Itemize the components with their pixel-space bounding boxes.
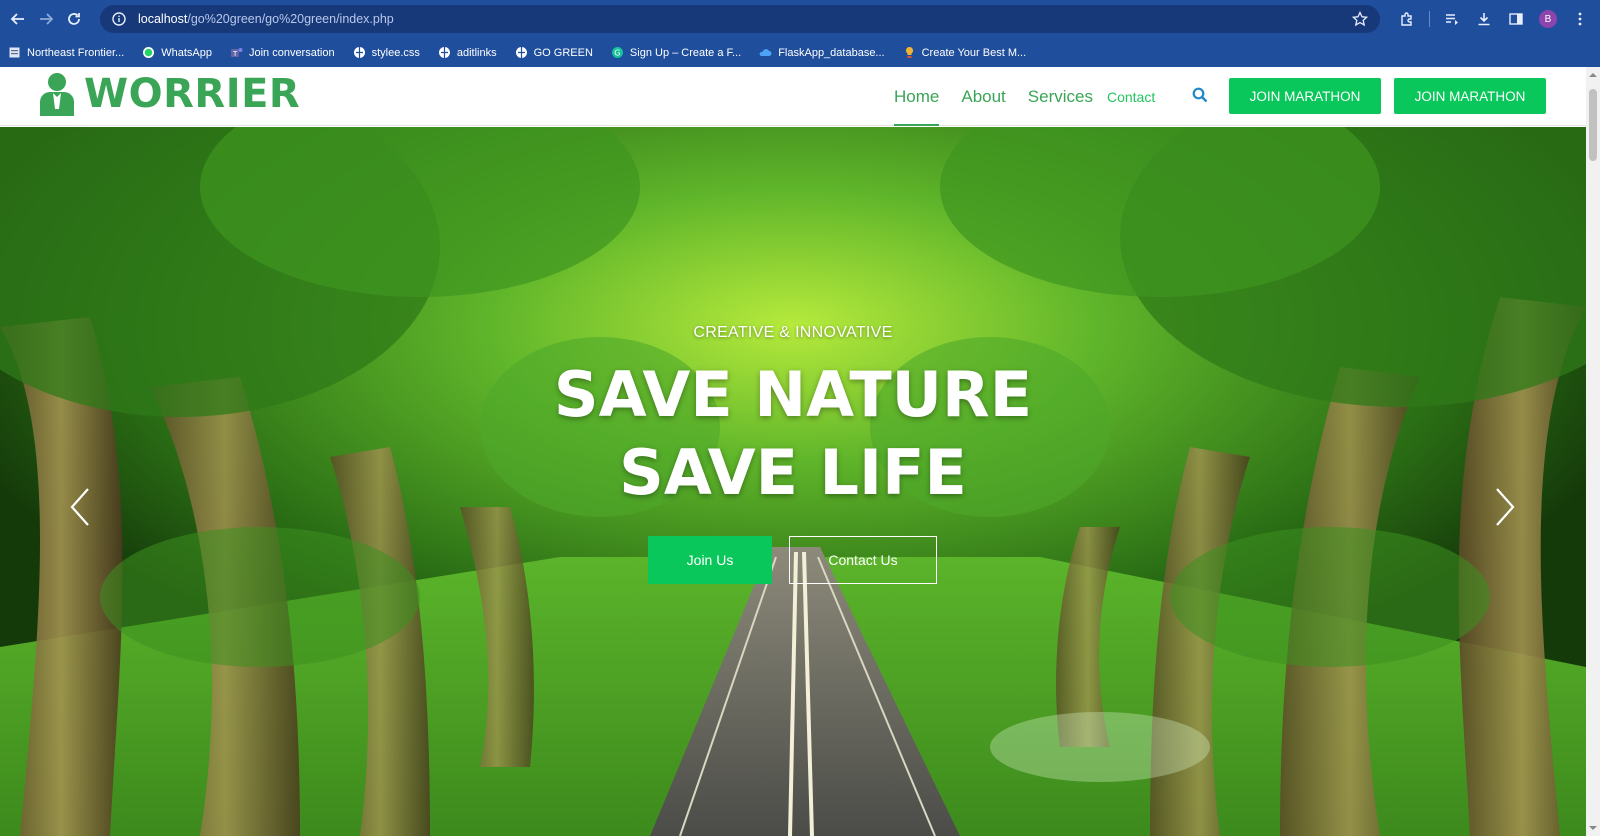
whatsapp-icon	[142, 46, 155, 59]
side-panel-icon	[1509, 13, 1523, 25]
page-scrollbar[interactable]	[1586, 67, 1600, 836]
toolbar-actions: B	[1393, 5, 1594, 33]
svg-text:T: T	[232, 50, 238, 58]
bookmarks-bar: Northeast Frontier... WhatsApp T Join co…	[0, 38, 1600, 67]
browser-toolbar: localhost/go%20green/go%20green/index.ph…	[0, 0, 1600, 38]
hero-subtitle: CREATIVE & INNOVATIVE	[693, 324, 893, 341]
browser-menu-button[interactable]	[1566, 5, 1594, 33]
hero-carousel: CREATIVE & INNOVATIVE SAVE NATURE SAVE L…	[0, 127, 1586, 836]
kebab-menu-icon	[1578, 12, 1582, 26]
reload-icon	[68, 13, 80, 25]
chevron-left-icon	[70, 488, 89, 526]
chevron-right-icon	[1496, 488, 1515, 526]
teams-icon: T	[230, 46, 243, 59]
playlist-icon	[1446, 14, 1458, 25]
bookmark-label: aditlinks	[456, 46, 497, 59]
globe-icon	[515, 46, 528, 59]
bookmark-aditlinks[interactable]: aditlinks	[438, 46, 497, 59]
search-icon[interactable]	[1192, 87, 1208, 103]
grammarly-icon: G	[611, 46, 624, 59]
back-button[interactable]	[4, 5, 32, 33]
site-info-icon[interactable]	[112, 12, 126, 26]
join-marathon-button-secondary[interactable]: JOIN MARATHON	[1394, 78, 1546, 114]
bookmark-label: Northeast Frontier...	[27, 46, 125, 59]
reload-button[interactable]	[60, 5, 88, 33]
bookmark-flaskapp[interactable]: FlaskApp_database...	[759, 46, 885, 59]
person-logo-icon	[40, 73, 74, 116]
nav-link-home[interactable]: Home	[894, 67, 940, 126]
bookmark-join-conversation[interactable]: T Join conversation	[230, 46, 335, 59]
hero-title-line-2: SAVE LIFE	[619, 436, 967, 509]
bookmark-sign-up[interactable]: G Sign Up – Create a F...	[611, 46, 741, 59]
bookmark-whatsapp[interactable]: WhatsApp	[142, 46, 212, 59]
profile-avatar[interactable]: B	[1539, 10, 1557, 28]
nav-link-services[interactable]: Services	[1028, 67, 1093, 126]
bookmark-northeast-frontier[interactable]: Northeast Frontier...	[8, 46, 124, 59]
arrow-left-icon	[10, 13, 24, 25]
hero-title-line-1: SAVE NATURE	[553, 358, 1033, 431]
site-logo[interactable]: WORRIER	[38, 71, 300, 117]
bookmark-label: FlaskApp_database...	[778, 46, 885, 59]
bookmark-create-your-best[interactable]: Create Your Best M...	[903, 46, 1027, 59]
downloads-button[interactable]	[1470, 5, 1498, 33]
bookmark-label: GO GREEN	[533, 46, 593, 59]
forward-button[interactable]	[32, 5, 60, 33]
side-panel-button[interactable]	[1502, 5, 1530, 33]
cloud-icon	[759, 46, 772, 59]
bookmark-go-green[interactable]: GO GREEN	[515, 46, 593, 59]
join-us-button[interactable]: Join Us	[648, 536, 772, 584]
bookmark-star-icon[interactable]	[1351, 10, 1369, 27]
nav-link-contact[interactable]: Contact	[1107, 67, 1155, 126]
puzzle-icon	[1401, 12, 1412, 26]
extensions-button[interactable]	[1393, 5, 1421, 33]
toolbar-divider	[1429, 11, 1430, 27]
bulb-icon	[903, 46, 916, 59]
bookmark-label: WhatsApp	[161, 46, 212, 59]
bookmark-label: Sign Up – Create a F...	[629, 46, 742, 59]
main-nav: Home About Services Contact	[894, 67, 1155, 126]
join-marathon-button[interactable]: JOIN MARATHON	[1229, 78, 1381, 114]
carousel-prev-button[interactable]	[68, 487, 92, 527]
globe-icon	[438, 46, 451, 59]
media-control-button[interactable]	[1438, 5, 1466, 33]
scroll-up-arrow-icon[interactable]	[1589, 71, 1597, 79]
nav-link-about[interactable]: About	[961, 67, 1005, 126]
bookmark-label: Create Your Best M...	[921, 46, 1027, 59]
scrollbar-thumb[interactable]	[1589, 89, 1597, 161]
download-icon	[1478, 13, 1490, 26]
scroll-down-arrow-icon[interactable]	[1589, 824, 1597, 832]
bookmark-label: Join conversation	[248, 46, 335, 59]
contact-us-button[interactable]: Contact Us	[789, 536, 937, 584]
url-path: /go%20green/go%20green/index.php	[187, 12, 394, 26]
url-host: localhost	[138, 12, 188, 26]
carousel-next-button[interactable]	[1493, 487, 1517, 527]
address-bar[interactable]: localhost/go%20green/go%20green/index.ph…	[100, 5, 1380, 33]
bookmark-stylee-css[interactable]: stylee.css	[353, 46, 420, 59]
site-header: WORRIER Home About Services Contact JOIN…	[0, 67, 1586, 126]
page-icon	[8, 46, 21, 59]
svg-text:G: G	[614, 49, 620, 58]
arrow-right-icon	[40, 13, 54, 25]
bookmark-label: stylee.css	[371, 46, 420, 59]
logo-text: WORRIER	[84, 71, 301, 117]
globe-icon	[353, 46, 366, 59]
